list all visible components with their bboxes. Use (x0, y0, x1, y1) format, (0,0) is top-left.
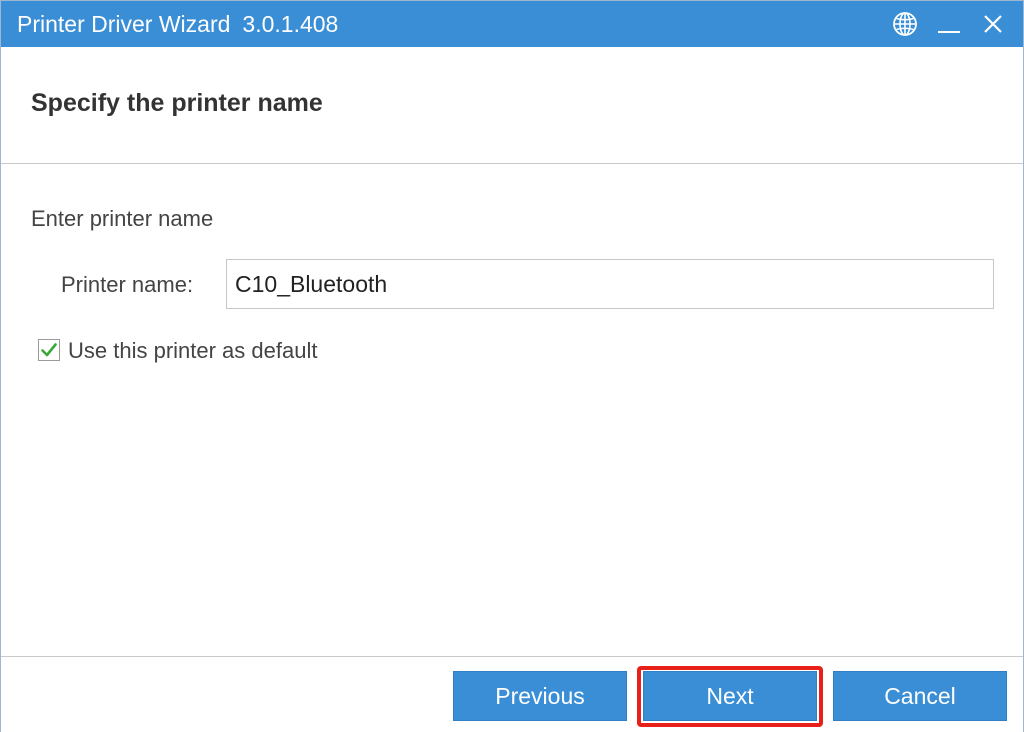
minimize-button[interactable] (933, 8, 965, 40)
cancel-button[interactable]: Cancel (833, 671, 1007, 721)
close-icon (984, 15, 1002, 33)
title-bar[interactable]: Printer Driver Wizard 3.0.1.408 (1, 1, 1023, 47)
next-button[interactable]: Next (643, 671, 817, 721)
wizard-window: Printer Driver Wizard 3.0.1.408 Specify … (0, 0, 1024, 732)
printer-name-input[interactable] (226, 259, 994, 309)
wizard-footer: Previous Next Cancel (1, 656, 1023, 732)
close-button[interactable] (977, 8, 1009, 40)
checkmark-icon (41, 343, 57, 357)
language-button[interactable] (889, 8, 921, 40)
default-printer-checkbox-label: Use this printer as default (68, 338, 318, 363)
wizard-content: Enter printer name Printer name: Use thi… (1, 164, 1023, 656)
previous-button[interactable]: Previous (453, 671, 627, 721)
window-title-version: 3.0.1.408 (242, 11, 339, 37)
section-label: Enter printer name (31, 206, 214, 231)
minimize-icon (938, 31, 960, 33)
globe-icon (893, 12, 917, 36)
checkbox-box[interactable] (38, 339, 60, 361)
wizard-header: Specify the printer name (1, 47, 1023, 164)
window-title-name: Printer Driver Wizard (17, 11, 231, 37)
page-title: Specify the printer name (31, 89, 323, 117)
printer-name-label: Printer name: (61, 272, 194, 297)
window-title: Printer Driver Wizard 3.0.1.408 (17, 11, 338, 37)
